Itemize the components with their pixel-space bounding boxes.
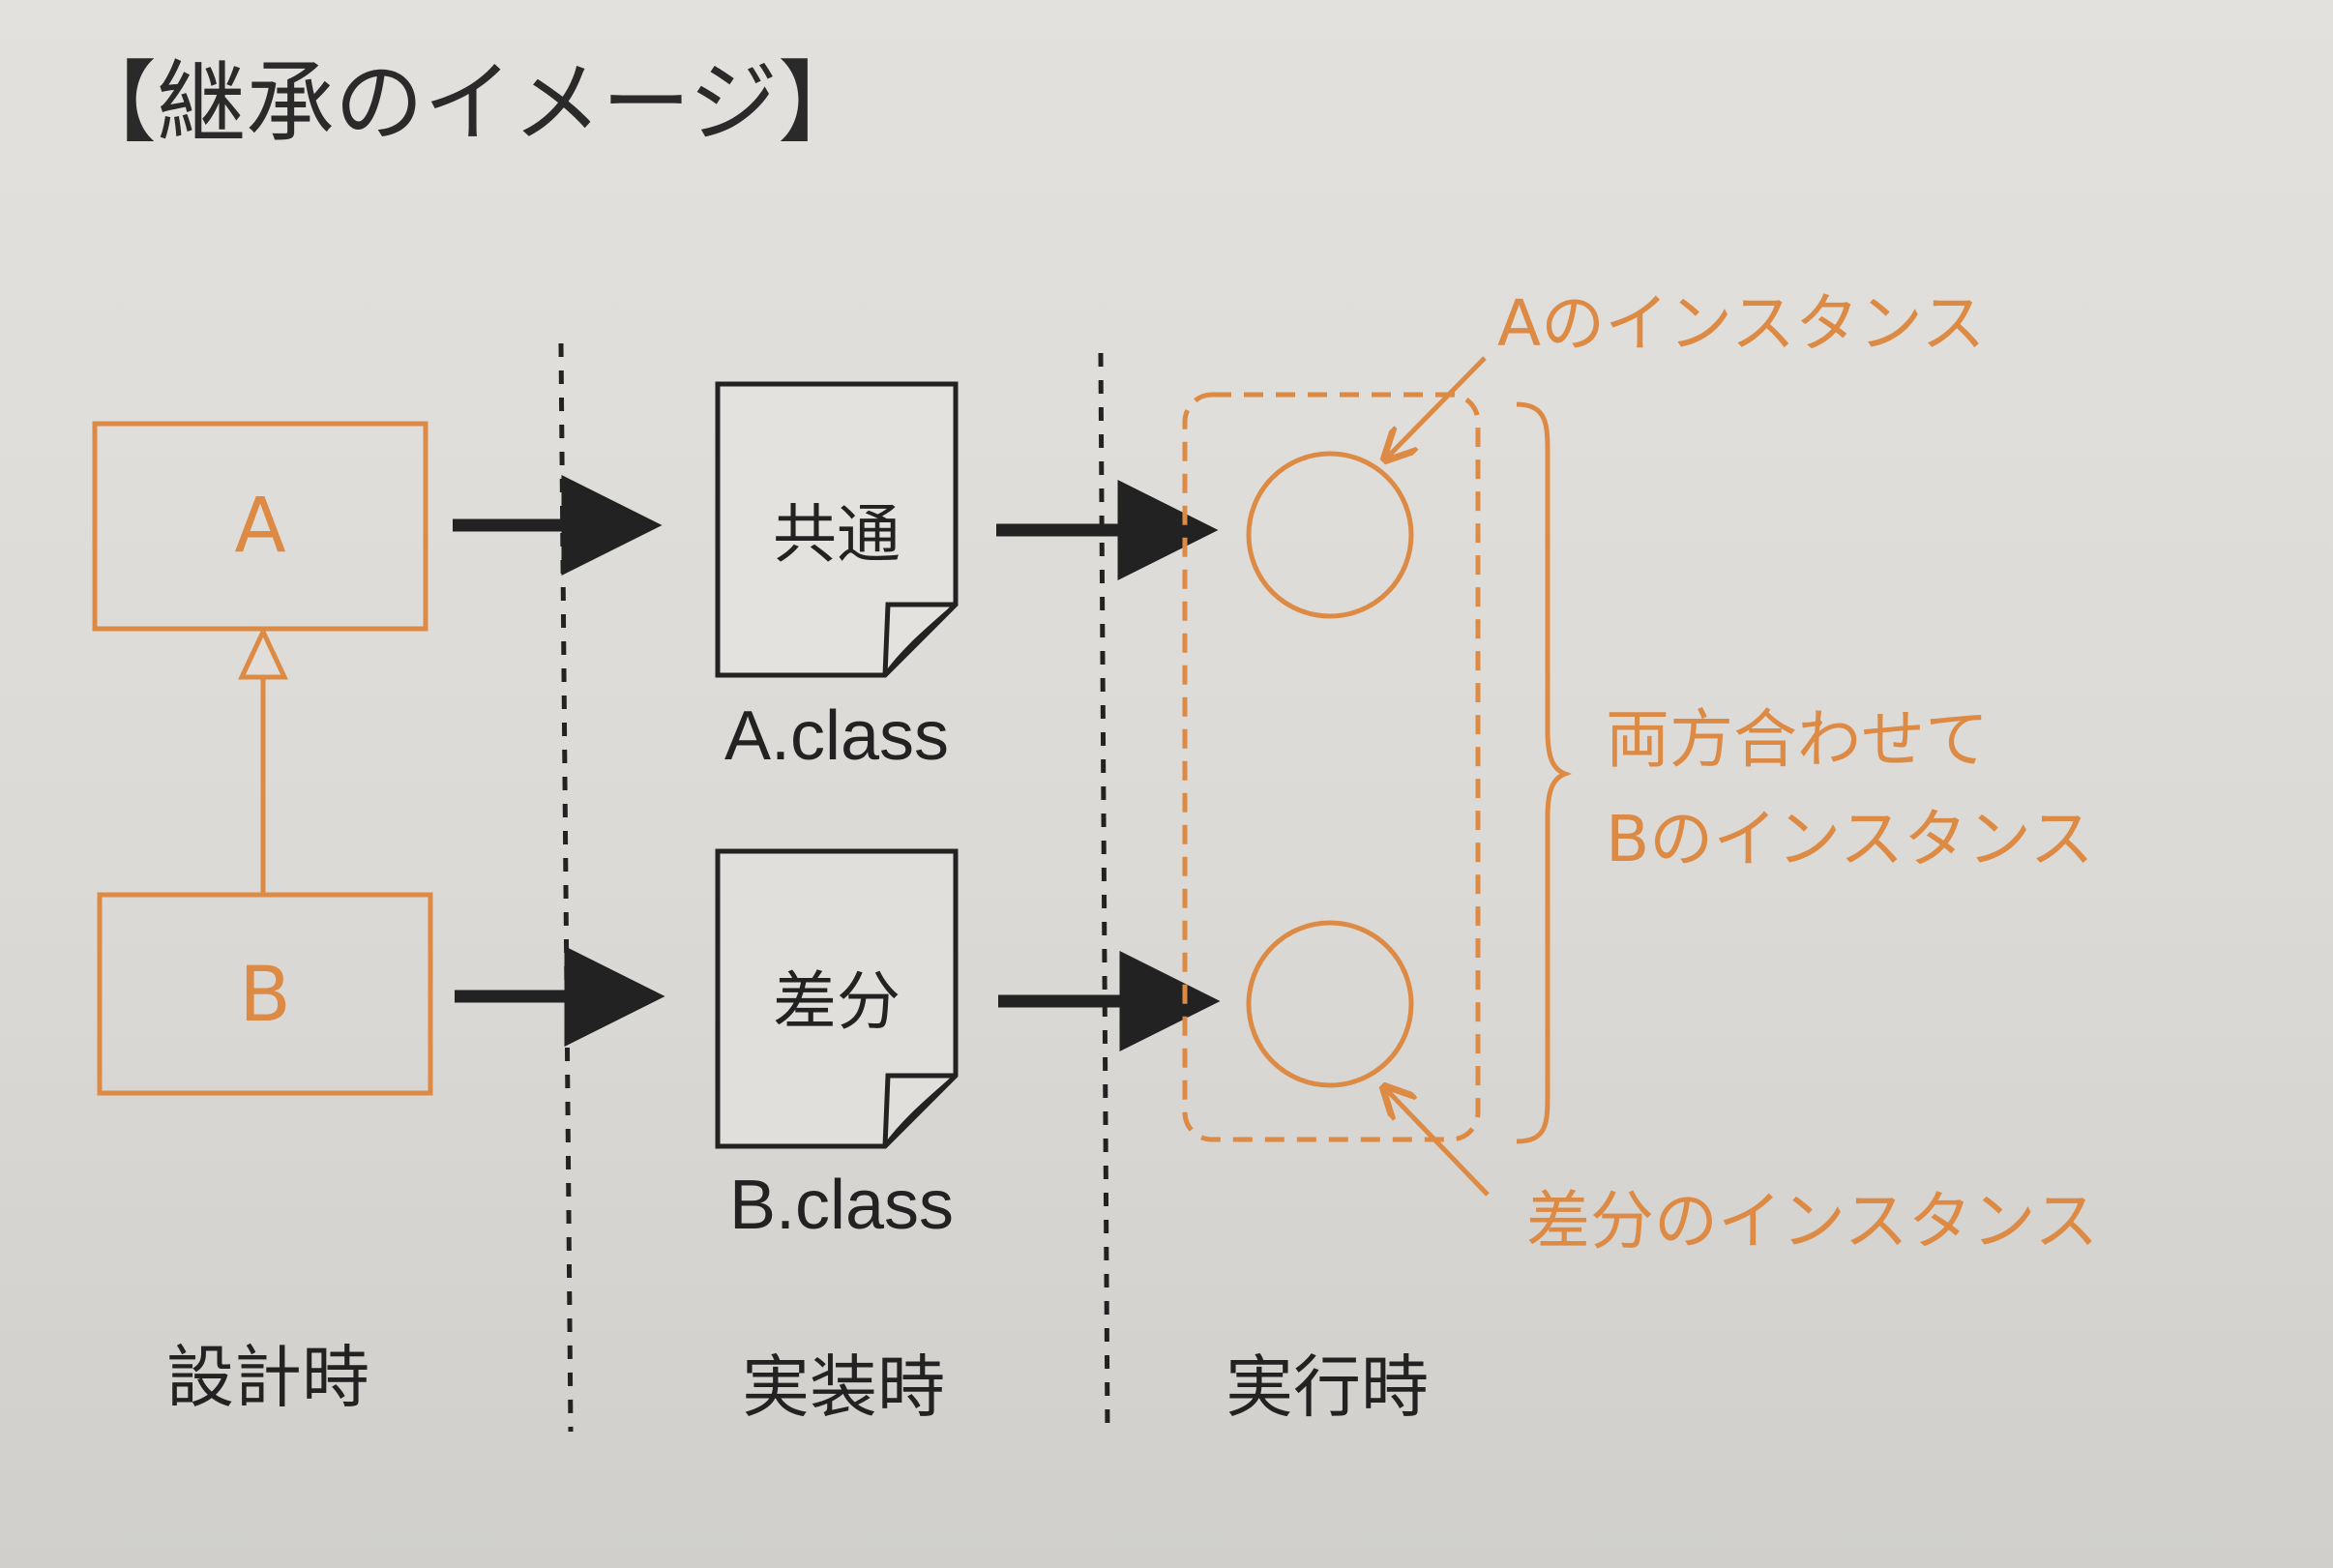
b-file-content: 差分 xyxy=(773,964,901,1039)
inheritance-arrowhead xyxy=(238,626,288,680)
diff-instance-circle xyxy=(1246,920,1414,1088)
b-instance-annotation-line1: 両方合わせて xyxy=(1606,702,1989,777)
b-instance-dashed-group xyxy=(1182,392,1481,1142)
b-class-filename: B.class xyxy=(729,1167,954,1244)
combined-instance-brace xyxy=(1516,401,1572,1144)
inheritance-diagram: 【継承のイメージ】 A B 共通 A.class 差分 B.class Aのイン… xyxy=(68,51,2098,1433)
phase-divider-2 xyxy=(1098,352,1110,1433)
phase-divider-1 xyxy=(558,342,574,1433)
phase-label-design: 設計時 xyxy=(166,1338,369,1417)
diff-instance-annotation: 差分のインスタンス xyxy=(1526,1184,2098,1258)
a-instance-circle xyxy=(1246,451,1414,619)
phase-label-runtime: 実行時 xyxy=(1226,1347,1429,1427)
phase-label-implementation: 実装時 xyxy=(742,1347,945,1427)
a-instance-annotation: Aのインスタンス xyxy=(1497,286,1986,361)
class-a-label: A xyxy=(234,483,285,570)
a-class-filename: A.class xyxy=(724,697,949,775)
a-file-content: 共通 xyxy=(773,497,901,572)
a-instance-pointer xyxy=(1386,356,1487,459)
b-instance-annotation-line2: Bのインスタンス xyxy=(1606,802,2094,876)
page: 【継承のイメージ】 A B 共通 A.class 差分 B.class Aのイン… xyxy=(0,0,2333,1568)
class-b-label: B xyxy=(239,952,291,1039)
diagram-title: 【継承のイメージ】 xyxy=(68,51,867,155)
